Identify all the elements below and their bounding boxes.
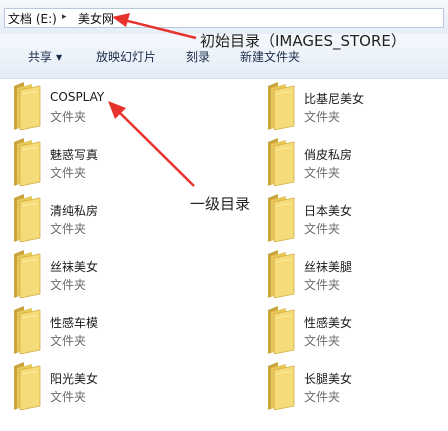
folder-item[interactable]: COSPLAY 文件夹: [0, 80, 200, 134]
address-bar[interactable]: [4, 8, 444, 28]
folder-type-label: 文件夹: [50, 278, 87, 292]
share-label: 共享: [28, 50, 53, 64]
folder-type-label: 文件夹: [50, 166, 87, 180]
folder-icon: [264, 250, 296, 299]
folder-icon: [10, 194, 42, 243]
folder-item[interactable]: 俏皮私房 文件夹: [254, 136, 448, 190]
folder-type-label: 文件夹: [50, 110, 87, 124]
folder-type-label: 文件夹: [50, 222, 87, 236]
annotation-level1-dir: 一级目录: [190, 195, 251, 213]
folder-icon: [264, 362, 296, 411]
caret-down-icon: ▼: [56, 53, 63, 62]
folder-item[interactable]: 性感车模 文件夹: [0, 304, 200, 358]
folder-icon: [264, 306, 296, 355]
folder-icon: [10, 306, 42, 355]
folder-icon: [10, 362, 42, 411]
file-list: COSPLAY 文件夹 魅惑写真 文件夹 清纯私房 文件夹 丝袜美女 文件夹 性感车模文…: [0, 78, 448, 431]
breadcrumb-drive[interactable]: 文档 (E:): [8, 10, 57, 27]
folder-type-label: 文件夹: [304, 278, 341, 292]
folder-name: 长腿美女: [304, 372, 353, 386]
folder-name: 阳光美女: [50, 372, 99, 386]
folder-name: 清纯私房: [50, 204, 99, 218]
folder-name: 比基尼美女: [304, 92, 365, 106]
folder-icon: [10, 138, 42, 187]
folder-type-label: 文件夹: [304, 166, 341, 180]
folder-item[interactable]: 长腿美女 文件夹: [254, 360, 448, 414]
folder-item[interactable]: 比基尼美女 文件夹: [254, 80, 448, 134]
folder-icon: [264, 82, 296, 131]
folder-item[interactable]: 日本美女 文件夹: [254, 192, 448, 246]
folder-icon: [10, 82, 42, 131]
folder-icon: [264, 194, 296, 243]
folder-item[interactable]: 性感美女 文件夹: [254, 304, 448, 358]
folder-name: 丝袜美腿: [304, 260, 353, 274]
folder-name: 性感车模: [50, 316, 99, 330]
folder-name: 丝袜美女: [50, 260, 99, 274]
folder-item[interactable]: 丝袜美腿 文件夹: [254, 248, 448, 302]
address-bar-area: 文档 (E:) ▸ 美女网: [0, 0, 448, 34]
annotation-initial-dir: 初始目录（IMAGES_STORE）: [200, 32, 406, 50]
slideshow-button[interactable]: 放映幻灯片: [96, 48, 156, 65]
folder-item[interactable]: 清纯私房 文件夹: [0, 192, 200, 246]
share-button[interactable]: 共享 ▼: [28, 48, 62, 65]
folder-name: 魅惑写真: [50, 148, 99, 162]
folder-type-label: 文件夹: [304, 110, 341, 124]
folder-icon: [264, 138, 296, 187]
folder-type-label: 文件夹: [50, 390, 87, 404]
folder-name: 日本美女: [304, 204, 353, 218]
folder-name: COSPLAY: [50, 90, 105, 104]
folder-type-label: 文件夹: [50, 334, 87, 348]
folder-item[interactable]: 阳光美女 文件夹: [0, 360, 200, 414]
folder-icon: [10, 250, 42, 299]
folder-name: 性感美女: [304, 316, 353, 330]
folder-type-label: 文件夹: [304, 222, 341, 236]
folder-type-label: 文件夹: [304, 390, 341, 404]
breadcrumb-separator-icon[interactable]: ▸: [62, 12, 67, 22]
folder-item[interactable]: 魅惑写真 文件夹: [0, 136, 200, 190]
folder-type-label: 文件夹: [304, 334, 341, 348]
folder-name: 俏皮私房: [304, 148, 353, 162]
folder-item[interactable]: 丝袜美女 文件夹: [0, 248, 200, 302]
breadcrumb-folder[interactable]: 美女网: [78, 10, 114, 27]
